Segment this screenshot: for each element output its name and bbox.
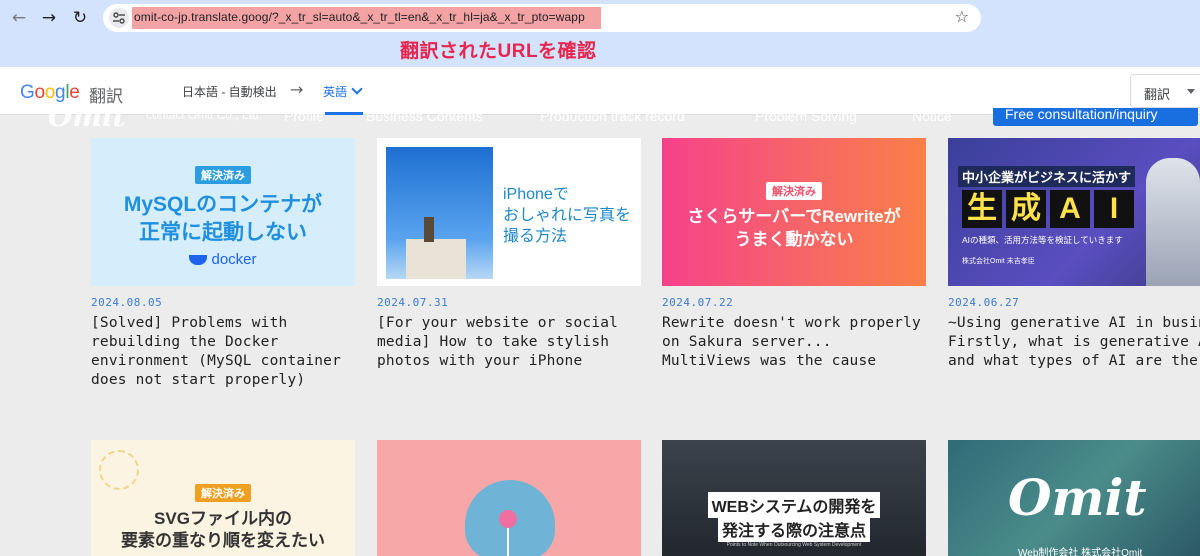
annotation-label: 翻訳されたURLを確認 bbox=[400, 41, 597, 62]
back-arrow-icon[interactable]: ← bbox=[8, 7, 30, 29]
article-title[interactable]: ~Using generative AI in business~ Firstl… bbox=[948, 314, 1200, 371]
big-char: A bbox=[1050, 190, 1090, 228]
thumbnail-credit: 株式会社Omit 末吉孝臣 bbox=[962, 258, 1035, 265]
thumbnail-heading: うまく動かない bbox=[734, 230, 854, 249]
thumbnail-subtitle: AIの種類、活用方法等を検証していきます bbox=[962, 235, 1123, 245]
article-thumbnail[interactable]: 中小企業がビジネスに活かす 生成AI AIの種類、活用方法等を検証していきます … bbox=[948, 138, 1200, 286]
right-arrow-icon: → bbox=[290, 80, 304, 99]
nav-item-notice[interactable]: Notice bbox=[912, 108, 952, 124]
translate-dropdown-button[interactable]: 翻訳 bbox=[1130, 74, 1200, 108]
article-title[interactable]: Rewrite doesn't work properly on Sakura … bbox=[662, 314, 926, 371]
thumbnail-heading-block: 発注する際の注意点 bbox=[662, 516, 926, 542]
reload-icon[interactable]: ↻ bbox=[69, 7, 91, 29]
google-logo[interactable]: Google bbox=[20, 82, 80, 104]
product-name: 翻訳 bbox=[89, 87, 123, 106]
lollipop-illustration bbox=[499, 510, 517, 528]
article-date: 2024.06.27 bbox=[948, 296, 1020, 309]
thumbnail-heading: 中小企業がビジネスに活かす bbox=[958, 166, 1136, 187]
browser-toolbar: ← → ↻ omit-co-jp.translate.goog/?_x_tr_s… bbox=[0, 0, 1200, 67]
site-company-name: contact Omit Co., Ltd. bbox=[146, 108, 263, 122]
big-char: I bbox=[1094, 190, 1134, 228]
robot-illustration bbox=[1146, 158, 1200, 286]
sky-photo bbox=[386, 147, 493, 279]
church-silhouette bbox=[406, 239, 466, 279]
article-title[interactable]: [For your website or social media] How t… bbox=[377, 314, 641, 371]
google-logo-letter: G bbox=[20, 82, 35, 103]
article-thumbnail[interactable]: WEBシステムの開発を 発注する際の注意点 Points to Note Whe… bbox=[662, 440, 926, 556]
thumbnail-heading: iPhoneで おしゃれに写真を 撮る方法 bbox=[503, 184, 631, 247]
google-logo-letter: o bbox=[44, 82, 56, 103]
google-logo-letter: o bbox=[34, 82, 45, 103]
omit-logo: Omit bbox=[1008, 468, 1147, 527]
caret-down-icon bbox=[1187, 89, 1195, 94]
thumbnail-heading-block: WEBシステムの開発を bbox=[662, 492, 926, 518]
consultation-button[interactable]: Free consultation/inquiry bbox=[993, 108, 1198, 126]
site-logo[interactable]: Omit bbox=[48, 108, 126, 128]
article-thumbnail[interactable]: iPhoneで おしゃれに写真を 撮る方法 bbox=[377, 138, 641, 286]
thumbnail-small-caption: Points to Note When Outsourcing Web Syst… bbox=[726, 542, 862, 548]
docker-whale-icon bbox=[189, 255, 208, 266]
solved-badge: 解決済み bbox=[766, 182, 822, 200]
translate-button-label: 翻訳 bbox=[1144, 87, 1171, 102]
thumbnail-heading: MySQLのコンテナが bbox=[123, 193, 323, 216]
church-spire bbox=[424, 217, 434, 242]
article-date: 2024.07.31 bbox=[377, 296, 449, 309]
article-thumbnail[interactable]: 解決済み SVGファイル内の 要素の重なり順を変えたい bbox=[91, 440, 355, 556]
article-card[interactable]: Omit Web制作会社 株式会社Omit bbox=[948, 440, 1200, 556]
consultation-label: Free consultation/inquiry bbox=[1005, 108, 1158, 122]
site-settings-icon[interactable] bbox=[109, 8, 129, 28]
bookmark-star-icon[interactable]: ☆ bbox=[955, 7, 969, 26]
big-char: 成 bbox=[1006, 190, 1046, 228]
chevron-down-icon[interactable] bbox=[351, 83, 363, 95]
thumbnail-heading: WEBシステムの開発を bbox=[707, 492, 881, 518]
nav-item-production[interactable]: Production track record bbox=[540, 108, 685, 124]
article-date: 2024.08.05 bbox=[91, 296, 163, 309]
thumbnail-heading: 正常に起動しない bbox=[139, 221, 307, 244]
target-language[interactable]: 英語 bbox=[323, 83, 347, 100]
lollipop-stick bbox=[507, 528, 509, 556]
google-logo-letter: g bbox=[55, 82, 66, 103]
thumbnail-line: iPhoneで bbox=[503, 186, 569, 203]
article-thumbnail[interactable] bbox=[377, 440, 641, 556]
article-card[interactable]: 中小企業がビジネスに活かす 生成AI AIの種類、活用方法等を検証していきます … bbox=[948, 138, 1200, 398]
google-logo-letter: e bbox=[69, 82, 80, 103]
url-text[interactable]: omit-co-jp.translate.goog/?_x_tr_sl=auto… bbox=[134, 10, 585, 24]
thumbnail-caption: Web制作会社 株式会社Omit bbox=[1018, 548, 1143, 556]
forward-arrow-icon[interactable]: → bbox=[38, 7, 60, 29]
docker-logo: docker bbox=[91, 251, 355, 268]
nav-item-profile[interactable]: Profile bbox=[284, 108, 324, 124]
big-char: 生 bbox=[962, 190, 1002, 228]
thumbnail-heading: さくらサーバーでRewriteが bbox=[687, 207, 901, 226]
solved-badge: 解決済み bbox=[195, 484, 251, 502]
nav-item-problem-solving[interactable]: Problem Solving bbox=[755, 108, 857, 124]
article-thumbnail[interactable]: 解決済み さくらサーバーでRewriteが うまく動かない bbox=[662, 138, 926, 286]
big-title: 生成AI bbox=[962, 190, 1134, 228]
source-language[interactable]: 日本語 - 自動検出 bbox=[182, 83, 277, 100]
article-thumbnail[interactable]: 解決済み MySQLのコンテナが 正常に起動しない docker bbox=[91, 138, 355, 286]
docker-wordmark: docker bbox=[211, 251, 257, 268]
article-title[interactable]: [Solved] Problems with rebuilding the Do… bbox=[91, 314, 355, 390]
article-thumbnail[interactable]: Omit Web制作会社 株式会社Omit bbox=[948, 440, 1200, 556]
site-navigation: Omit contact Omit Co., Ltd. Profile Busi… bbox=[0, 108, 1200, 128]
thumbnail-line: おしゃれに写真を bbox=[503, 207, 632, 224]
article-date: 2024.07.22 bbox=[662, 296, 734, 309]
nav-item-business[interactable]: Business Contents bbox=[366, 108, 483, 124]
thumbnail-line: 撮る方法 bbox=[503, 228, 568, 245]
thumbnail-heading: 発注する際の注意点 bbox=[717, 516, 870, 542]
solved-badge: 解決済み bbox=[195, 166, 251, 184]
thumbnail-heading: 要素の重なり順を変えたい bbox=[121, 531, 325, 550]
address-bar[interactable]: omit-co-jp.translate.goog/?_x_tr_sl=auto… bbox=[103, 4, 981, 32]
